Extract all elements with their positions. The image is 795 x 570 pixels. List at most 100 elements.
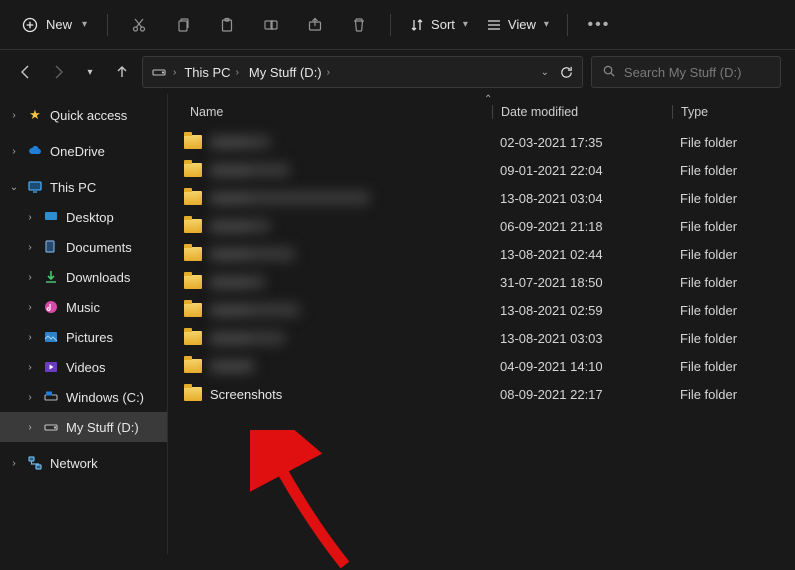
folder-row[interactable]: ———31-07-2021 18:50File folder [178, 268, 783, 296]
folder-row[interactable]: ———02-03-2021 17:35File folder [178, 128, 783, 156]
column-header-type[interactable]: Type [672, 105, 783, 119]
recent-locations-button[interactable]: ▾ [78, 60, 102, 84]
more-button[interactable]: ••• [580, 10, 618, 40]
sidebar-item-pictures[interactable]: › Pictures [0, 322, 167, 352]
chevron-right-icon: › [24, 302, 36, 313]
sidebar-item-this-pc[interactable]: ⌄ This PC [0, 172, 167, 202]
folder-date: 06-09-2021 21:18 [492, 219, 672, 234]
sidebar-item-downloads[interactable]: › Downloads [0, 262, 167, 292]
folder-date: 13-08-2021 03:03 [492, 331, 672, 346]
folder-date: 13-08-2021 03:04 [492, 191, 672, 206]
sidebar-item-label: Videos [66, 360, 106, 375]
copy-button[interactable] [164, 10, 202, 40]
column-header-date[interactable]: Date modified [492, 105, 672, 119]
sidebar-item-label: Quick access [50, 108, 127, 123]
drive-icon [42, 389, 60, 405]
folder-row[interactable]: ———13-08-2021 02:59File folder [178, 296, 783, 324]
share-button[interactable] [296, 10, 334, 40]
folder-type: File folder [672, 247, 783, 262]
chevron-right-icon: › [236, 67, 239, 78]
cut-button[interactable] [120, 10, 158, 40]
folder-name: ——— [210, 303, 300, 317]
refresh-button[interactable] [559, 65, 574, 80]
pictures-icon [42, 329, 60, 345]
view-button[interactable]: View ▾ [480, 13, 555, 37]
folder-date: 02-03-2021 17:35 [492, 135, 672, 150]
delete-button[interactable] [340, 10, 378, 40]
folder-row[interactable]: ——— 13-08-2021 02:44File folder [178, 240, 783, 268]
toolbar-separator [390, 14, 391, 36]
folder-row[interactable]: Screenshots08-09-2021 22:17File folder [178, 380, 783, 408]
folder-name: ——— [210, 275, 265, 289]
folder-icon [184, 331, 202, 345]
folder-row[interactable]: ———09-01-2021 22:04File folder [178, 156, 783, 184]
folder-row[interactable]: ———04-09-2021 14:10File folder [178, 352, 783, 380]
folder-type: File folder [672, 219, 783, 234]
search-input[interactable] [624, 65, 770, 80]
sidebar-item-my-stuff-d[interactable]: › My Stuff (D:) [0, 412, 167, 442]
folder-type: File folder [672, 275, 783, 290]
chevron-right-icon: › [24, 242, 36, 253]
sidebar-item-label: Network [50, 456, 98, 471]
paste-button[interactable] [208, 10, 246, 40]
folder-name: ——— [210, 163, 290, 177]
folder-icon [184, 247, 202, 261]
folder-row[interactable]: ———13-08-2021 03:04File folder [178, 184, 783, 212]
folder-name: ——— [210, 331, 285, 345]
star-icon: ★ [26, 107, 44, 123]
column-headers: Name Date modified Type [178, 96, 783, 128]
sidebar-item-documents[interactable]: › Documents [0, 232, 167, 262]
sort-button[interactable]: Sort ▾ [403, 13, 474, 37]
chevron-right-icon: › [24, 272, 36, 283]
search-icon [602, 64, 616, 80]
sidebar-item-label: Music [66, 300, 100, 315]
chevron-right-icon: › [173, 67, 176, 78]
new-button[interactable]: New ▾ [14, 13, 95, 37]
up-button[interactable] [110, 60, 134, 84]
back-button[interactable] [14, 60, 38, 84]
sidebar-item-network[interactable]: › Network [0, 448, 167, 478]
chevron-right-icon: › [8, 458, 20, 469]
chevron-right-icon: › [24, 392, 36, 403]
folder-row[interactable]: ——— 13-08-2021 03:03File folder [178, 324, 783, 352]
folder-type: File folder [672, 359, 783, 374]
folder-icon [184, 387, 202, 401]
music-icon [42, 299, 60, 315]
sidebar-item-music[interactable]: › Music [0, 292, 167, 322]
folder-icon [184, 359, 202, 373]
sidebar-item-desktop[interactable]: › Desktop [0, 202, 167, 232]
folder-date: 13-08-2021 02:44 [492, 247, 672, 262]
folder-date: 08-09-2021 22:17 [492, 387, 672, 402]
chevron-right-icon: › [8, 110, 20, 121]
search-box[interactable] [591, 56, 781, 88]
chevron-down-icon: ⌄ [8, 182, 20, 193]
sidebar-item-videos[interactable]: › Videos [0, 352, 167, 382]
sidebar-item-windows-c[interactable]: › Windows (C:) [0, 382, 167, 412]
sidebar-item-label: Pictures [66, 330, 113, 345]
folder-row[interactable]: ———06-09-2021 21:18File folder [178, 212, 783, 240]
sidebar-item-onedrive[interactable]: › OneDrive [0, 136, 167, 166]
monitor-icon [26, 179, 44, 195]
sidebar-item-label: Documents [66, 240, 132, 255]
folder-type: File folder [672, 163, 783, 178]
breadcrumb-label: My Stuff (D:) [249, 65, 322, 80]
folder-icon [184, 275, 202, 289]
breadcrumb-this-pc[interactable]: This PC › [182, 63, 241, 82]
folder-type: File folder [672, 331, 783, 346]
chevron-right-icon: › [8, 146, 20, 157]
address-bar[interactable]: › This PC › My Stuff (D:) › ⌄ [142, 56, 583, 88]
address-dropdown-button[interactable]: ⌄ [541, 67, 549, 78]
forward-button[interactable] [46, 60, 70, 84]
column-header-name[interactable]: Name [178, 105, 492, 119]
sidebar-item-quick-access[interactable]: › ★ Quick access [0, 100, 167, 130]
folder-date: 13-08-2021 02:59 [492, 303, 672, 318]
folder-name: Screenshots [210, 387, 282, 402]
folder-name: ——— [210, 247, 295, 261]
chevron-down-icon: ▾ [463, 19, 468, 30]
sort-label: Sort [431, 17, 455, 32]
rename-button[interactable] [252, 10, 290, 40]
chevron-right-icon: › [24, 362, 36, 373]
cloud-icon [26, 143, 44, 159]
folder-name: ——— [210, 191, 370, 205]
breadcrumb-my-stuff[interactable]: My Stuff (D:) › [247, 63, 332, 82]
